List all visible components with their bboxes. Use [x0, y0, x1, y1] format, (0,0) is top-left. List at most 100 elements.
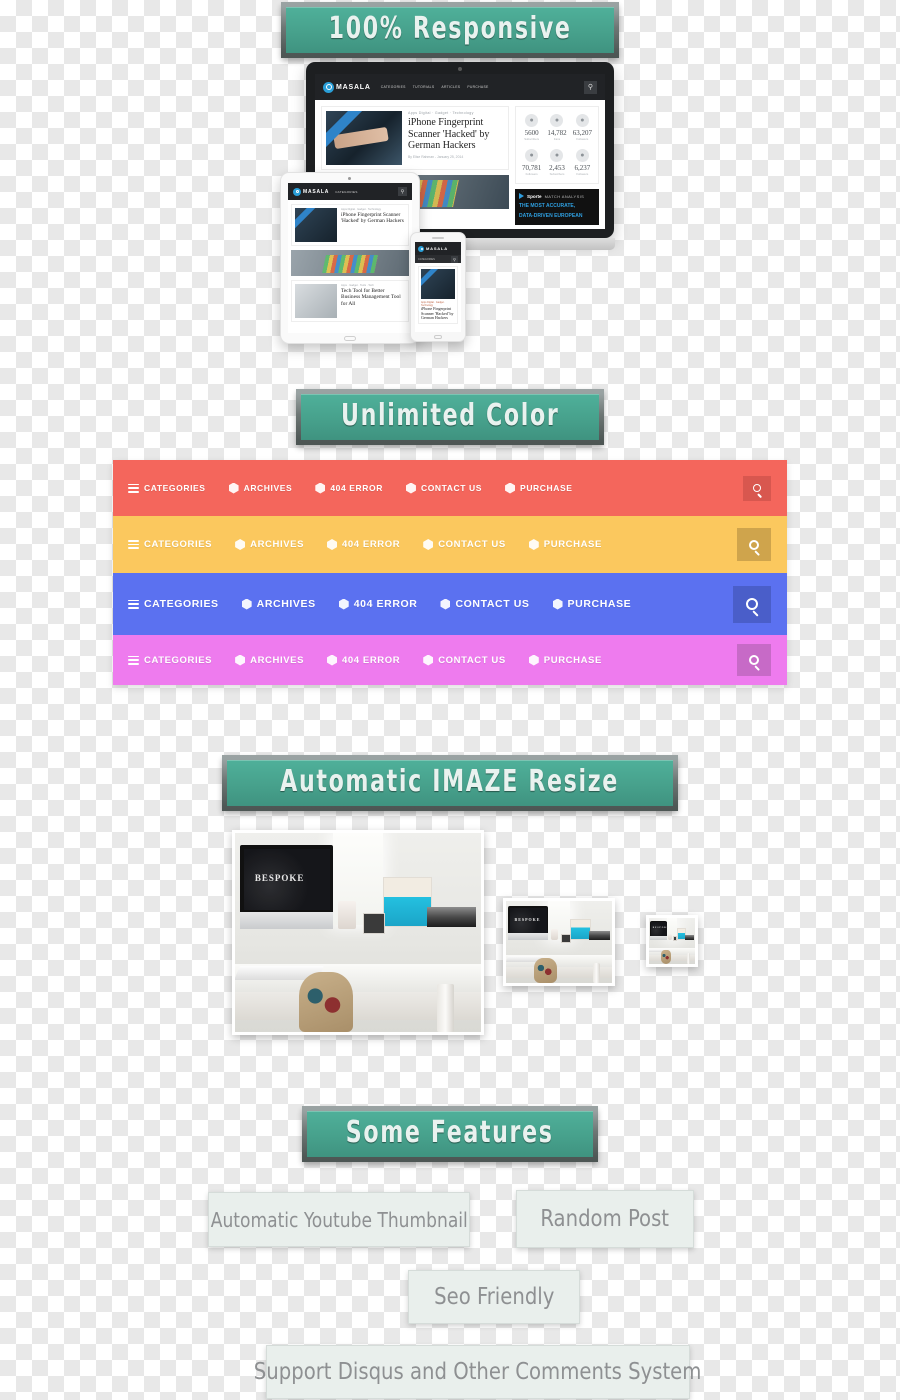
- nav-item-purchase[interactable]: PURCHASE: [528, 539, 602, 550]
- featured-ribbon: [326, 111, 364, 150]
- navbar-blue: CATEGORIES ARCHIVES 404 ERROR CONTACT US…: [113, 573, 787, 635]
- nav-item-label: PURCHASE: [543, 539, 602, 550]
- phone-screen: MASALA CATEGORIES ⚲ Apps Digital · Gadge…: [415, 242, 461, 332]
- search-icon[interactable]: ⚲: [398, 187, 407, 196]
- imac-icon: BESPOKE: [239, 844, 334, 929]
- stat-value: 2,453: [549, 164, 565, 172]
- nav-item-label: CATEGORIES: [144, 598, 219, 610]
- hamburger-icon: [128, 483, 139, 493]
- dribbble-icon: ●: [575, 149, 589, 162]
- home-button[interactable]: [344, 336, 356, 341]
- nav-item-purchase[interactable]: PURCHASE: [505, 482, 573, 494]
- post-meta: By Elise Rahman - January 25, 2014: [408, 154, 464, 159]
- stat-value: 5600: [524, 129, 539, 137]
- nav-item-purchase[interactable]: PURCHASE: [528, 654, 602, 666]
- nav-item-404-error[interactable]: 404 ERROR: [327, 539, 400, 550]
- image-resize-demo: BESPOKE BESPOKE BESPOKE: [0, 830, 900, 1045]
- home-button[interactable]: [434, 335, 442, 339]
- twitter-icon: ●: [575, 114, 589, 127]
- tablet-mockup: MASALA CATEGORIES ⚲ Apps Digital · Gadge…: [280, 172, 420, 344]
- nav-item-404-error[interactable]: 404 ERROR: [327, 654, 400, 666]
- search-icon[interactable]: ⚲: [451, 255, 458, 263]
- webcam-icon: [458, 67, 462, 71]
- stat-item: ● 14,782 Fans: [545, 111, 568, 144]
- hexagon-icon: [528, 654, 539, 666]
- post-title: iPhone Fingerprint Scanner 'Hacked' by G…: [408, 117, 490, 151]
- search-icon: [746, 598, 758, 610]
- nav-item-archives[interactable]: ARCHIVES: [235, 654, 304, 666]
- nav-item-archives[interactable]: ARCHIVES: [228, 482, 293, 494]
- nav-item-label: ARCHIVES: [243, 483, 293, 493]
- nav-link-categories[interactable]: CATEGORIES: [381, 85, 406, 89]
- nav-item-404-error[interactable]: 404 ERROR: [338, 598, 418, 610]
- nav-item-contact-us[interactable]: CONTACT US: [423, 654, 506, 666]
- ad-brand-name: Sporte: [527, 193, 542, 199]
- hexagon-icon: [528, 539, 539, 550]
- tablet-post[interactable]: Apps · Gadget · Tools · Tech Tech Tool f…: [291, 280, 409, 322]
- nav-item-contact-us[interactable]: CONTACT US: [405, 482, 483, 494]
- search-button[interactable]: [733, 585, 771, 623]
- navbar-magenta: CATEGORIES ARCHIVES 404 ERROR CONTACT US…: [113, 635, 787, 685]
- site-logo: MASALA: [323, 81, 371, 93]
- featured-post[interactable]: Apps Digital · Gadget · Technology iPhon…: [321, 106, 509, 170]
- search-button[interactable]: [743, 475, 771, 501]
- stat-label: Followers: [576, 172, 589, 176]
- nav-item-404-error[interactable]: 404 ERROR: [315, 482, 383, 494]
- hexagon-icon: [505, 482, 516, 494]
- stat-value: 63,207: [572, 129, 592, 137]
- nav-item-categories[interactable]: CATEGORIES: [128, 655, 212, 666]
- feature-card-youtube-thumbnail: Automatic Youtube Thumbnail: [208, 1192, 470, 1247]
- nav-link-articles[interactable]: ARTICLES: [441, 85, 460, 89]
- nav-item-label: 404 ERROR: [353, 598, 418, 610]
- nav-item-categories[interactable]: CATEGORIES: [128, 483, 206, 493]
- monitor-brand: BESPOKE: [652, 927, 670, 930]
- nav-link-purchase[interactable]: PURCHASE: [467, 85, 488, 89]
- nav-link-tutorials[interactable]: TUTORIALS: [413, 85, 435, 89]
- nav-item-label: CONTACT US: [420, 483, 483, 493]
- tablet-post[interactable]: Apps Digital · Gadget · Technology iPhon…: [291, 204, 409, 246]
- search-button[interactable]: [737, 528, 771, 561]
- post-thumbnail: [421, 269, 455, 299]
- hexagon-icon: [327, 539, 338, 550]
- nav-item-archives[interactable]: ARCHIVES: [235, 539, 304, 550]
- desk-photo-small: BESPOKE: [646, 915, 698, 967]
- nav-item-label: 404 ERROR: [342, 539, 401, 550]
- post-title: iPhone Fingerprint Scanner 'Hacked' by G…: [421, 306, 454, 321]
- nav-link-categories[interactable]: CATEGORIES: [335, 190, 357, 194]
- nav-item-contact-us[interactable]: CONTACT US: [440, 598, 529, 610]
- stat-label: Followers: [525, 172, 538, 176]
- nav-item-contact-us[interactable]: CONTACT US: [423, 539, 506, 550]
- nav-item-archives[interactable]: ARCHIVES: [241, 598, 316, 610]
- imac-icon: BESPOKE: [649, 920, 670, 941]
- ad-banner[interactable]: Sporte MATCH ANALYSIS THE MOST ACCURATE,…: [515, 189, 599, 225]
- nav-item-label: PURCHASE: [567, 598, 632, 610]
- stat-item: ● 63,207 Followers: [571, 111, 594, 144]
- nav-item-categories[interactable]: CATEGORIES: [128, 539, 212, 550]
- nav-item-purchase[interactable]: PURCHASE: [552, 598, 632, 610]
- badge-plate: Automatic IMAZE Resize: [222, 755, 678, 811]
- section-title: Unlimited Color: [340, 398, 560, 433]
- hexagon-icon: [327, 654, 338, 666]
- stat-item: ● 70,781 Followers: [520, 146, 543, 179]
- feature-label: Automatic Youtube Thumbnail: [210, 1207, 468, 1232]
- desk-photo-art: BESPOKE: [649, 918, 695, 964]
- ad-brand-sub: MATCH ANALYSIS: [544, 193, 585, 199]
- post-thumbnail: [326, 111, 402, 165]
- phone-post[interactable]: Apps Digital · Gadget · Technology iPhon…: [418, 266, 458, 324]
- search-button[interactable]: [737, 644, 771, 676]
- section-heading-responsive: 100% Responsive: [0, 2, 900, 58]
- hexagon-icon: [423, 654, 434, 666]
- section-title: Automatic IMAZE Resize: [280, 764, 620, 799]
- desk-photo-art: BESPOKE: [506, 901, 612, 983]
- hamburger-icon: [128, 540, 139, 549]
- nav-item-categories[interactable]: CATEGORIES: [128, 598, 219, 610]
- site-nav-links: CATEGORIES TUTORIALS ARTICLES PURCHASE: [381, 85, 489, 89]
- nav-link-categories[interactable]: CATEGORIES: [418, 258, 435, 261]
- hamburger-icon: [128, 655, 139, 665]
- nav-item-label: PURCHASE: [543, 654, 602, 666]
- post-thumbnail: [295, 284, 337, 318]
- feature-card-seo-friendly: Seo Friendly: [408, 1270, 580, 1324]
- gplus-icon: ●: [525, 149, 539, 162]
- stat-item: ● 5600 Subscribers: [520, 111, 543, 144]
- search-icon[interactable]: ⚲: [584, 80, 597, 94]
